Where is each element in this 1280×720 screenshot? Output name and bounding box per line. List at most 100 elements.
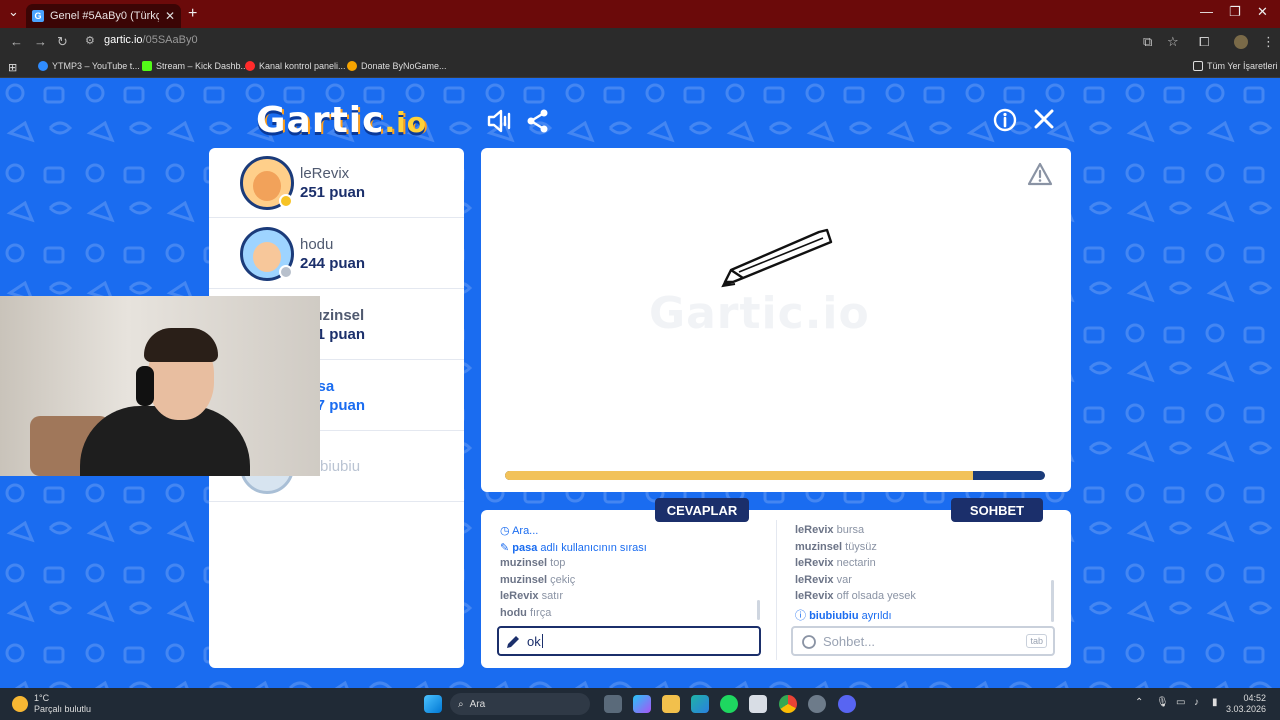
chat-placeholder: Sohbet... bbox=[823, 633, 876, 649]
answer-text: çekiç bbox=[547, 573, 576, 586]
url-field[interactable]: gartic.io/05SAaBy0 bbox=[104, 34, 198, 46]
file-explorer-icon[interactable] bbox=[662, 695, 680, 713]
report-warning-icon[interactable] bbox=[1027, 162, 1053, 186]
player-name: hodu bbox=[300, 236, 334, 253]
exit-close-icon[interactable] bbox=[1033, 108, 1055, 130]
clock-date: 3.03.2026 bbox=[1225, 704, 1266, 714]
spotify-icon[interactable] bbox=[720, 695, 738, 713]
edge-icon[interactable] bbox=[691, 695, 709, 713]
answers-log: ◷ Ara... ✎ pasa adlı kullanıcının sırası… bbox=[500, 524, 760, 624]
browser-titlebar: ⌄ G Genel #5AaBy0 (Türkçe) - Gartic ✕ + … bbox=[0, 0, 1280, 28]
answer-line: leRevix satır bbox=[500, 590, 760, 607]
logo-suffix: .io bbox=[384, 106, 427, 139]
answer-text: adlı kullanıcının sırası bbox=[537, 541, 647, 554]
bookmark-label: YTMP3 – YouTube t... bbox=[52, 61, 140, 71]
search-icon: ⌕ bbox=[458, 698, 464, 710]
chat-scrollbar[interactable] bbox=[1051, 580, 1054, 622]
bookmark-ytmp3[interactable]: YTMP3 – YouTube t... bbox=[38, 61, 140, 71]
answer-user: pasa bbox=[512, 541, 538, 554]
tab-answers[interactable]: CEVAPLAR bbox=[655, 498, 749, 522]
bookmark-bynogame[interactable]: Donate ByNoGame... bbox=[347, 61, 447, 71]
chat-text: tüysüz bbox=[842, 540, 877, 553]
player-status-dot bbox=[279, 265, 293, 279]
site-info-icon[interactable]: ⚙ bbox=[85, 34, 95, 47]
obs-icon[interactable] bbox=[808, 695, 826, 713]
all-bookmarks[interactable]: Tüm Yer İşaretleri bbox=[1193, 61, 1278, 71]
new-tab-icon[interactable]: + bbox=[188, 5, 197, 23]
weather-text: Parçalı bulutlu bbox=[34, 704, 92, 714]
answer-text: Ara... bbox=[512, 525, 539, 537]
microphone-icon[interactable]: 🎙 bbox=[1156, 697, 1169, 708]
chrome-icon[interactable] bbox=[779, 695, 797, 713]
tray-overflow-icon[interactable]: ⌃ bbox=[1135, 697, 1143, 708]
chat-user: leRevix bbox=[795, 573, 834, 586]
url-path: /05SAaBy0 bbox=[142, 34, 198, 46]
bookmark-star-icon[interactable]: ☆ bbox=[1167, 34, 1179, 50]
clock[interactable]: 04:52 3.03.2026 bbox=[1226, 693, 1266, 715]
weather-icon bbox=[12, 696, 28, 712]
answers-scrollbar[interactable] bbox=[757, 600, 760, 620]
tab-key-hint: tab bbox=[1026, 634, 1047, 648]
player-row[interactable]: hodu 244 puan bbox=[209, 219, 464, 289]
close-window-icon[interactable]: ✕ bbox=[1257, 4, 1268, 20]
chat-text: bursa bbox=[833, 524, 865, 536]
webcam-overlay bbox=[0, 296, 320, 476]
forward-icon[interactable]: → bbox=[34, 34, 47, 49]
temperature: 1°C bbox=[34, 693, 50, 703]
tab-list-icon[interactable]: ⌄ bbox=[8, 4, 19, 20]
answer-line: muzinsel çekiç bbox=[500, 574, 760, 591]
tab-chat[interactable]: SOHBET bbox=[951, 498, 1043, 522]
reload-icon[interactable]: ↻ bbox=[57, 34, 68, 50]
bookmarks-bar: ⊞ YTMP3 – YouTube t... Stream – Kick Das… bbox=[0, 56, 1280, 78]
bookmark-kick[interactable]: Stream – Kick Dashb... bbox=[142, 61, 248, 71]
chat-user: biubiubiu bbox=[809, 609, 859, 622]
chat-line: leRevix bursa bbox=[795, 524, 1055, 541]
player-row[interactable]: leRevix 251 puan bbox=[209, 148, 464, 218]
tab-title: Genel #5AaBy0 (Türkçe) - Gartic bbox=[50, 10, 159, 22]
info-small-icon: ⓘ bbox=[795, 609, 810, 622]
discord-icon[interactable] bbox=[838, 695, 856, 713]
battery-icon[interactable]: ▮ bbox=[1212, 697, 1218, 708]
close-tab-icon[interactable]: ✕ bbox=[165, 9, 175, 23]
network-icon[interactable]: ▭ bbox=[1176, 697, 1185, 708]
answer-text: top bbox=[547, 557, 566, 570]
task-view-icon[interactable] bbox=[604, 695, 622, 713]
volume-icon[interactable]: ♪ bbox=[1194, 697, 1199, 708]
weather-widget[interactable]: 1°C Parçalı bulutlu bbox=[12, 693, 91, 715]
round-timer-bar bbox=[505, 471, 1045, 480]
panel-divider bbox=[776, 520, 777, 660]
folder-icon bbox=[1193, 61, 1203, 71]
share-icon[interactable] bbox=[526, 108, 550, 134]
clock-time: 04:52 bbox=[1243, 693, 1266, 703]
info-icon[interactable] bbox=[993, 108, 1017, 132]
apps-grid-icon[interactable]: ⊞ bbox=[8, 61, 17, 74]
chat-user: leRevix bbox=[795, 524, 834, 536]
menu-kebab-icon[interactable]: ⋮ bbox=[1262, 34, 1275, 50]
extensions-icon[interactable]: ⧠ bbox=[1199, 34, 1209, 50]
clock-icon: ◷ bbox=[500, 525, 513, 537]
sound-icon[interactable] bbox=[486, 108, 512, 134]
minimize-icon[interactable]: — bbox=[1200, 4, 1213, 19]
browser-tab[interactable]: G Genel #5AaBy0 (Türkçe) - Gartic ✕ bbox=[26, 4, 181, 28]
chat-input[interactable]: Sohbet... tab bbox=[791, 626, 1055, 656]
taskbar-search[interactable]: ⌕ Ara bbox=[450, 693, 590, 715]
back-icon[interactable]: ← bbox=[10, 34, 23, 49]
store-icon[interactable] bbox=[749, 695, 767, 713]
kick-icon bbox=[142, 61, 152, 71]
bookmark-youtube-studio[interactable]: Kanal kontrol paneli... bbox=[245, 61, 346, 71]
youtube-icon bbox=[245, 61, 255, 71]
copilot-icon[interactable] bbox=[633, 695, 651, 713]
answer-text: fırça bbox=[526, 606, 552, 619]
answer-line: ◷ Ara... bbox=[500, 524, 760, 541]
profile-avatar[interactable] bbox=[1234, 35, 1248, 49]
answer-text: satır bbox=[538, 590, 563, 603]
install-app-icon[interactable]: ⧉ bbox=[1143, 34, 1152, 50]
search-label: Ara bbox=[469, 698, 486, 710]
windows-start-icon[interactable] bbox=[424, 695, 442, 713]
chat-user: leRevix bbox=[795, 590, 834, 603]
maximize-icon[interactable]: ❐ bbox=[1229, 4, 1241, 20]
drawing-canvas[interactable]: Gartic.io bbox=[481, 148, 1071, 492]
windows-taskbar: 1°C Parçalı bulutlu ⌕ Ara ⌃ 🎙 ▭ ♪ ▮ 04:52 3… bbox=[0, 688, 1280, 720]
answer-input[interactable]: ok bbox=[497, 626, 761, 656]
chat-line: leRevix var bbox=[795, 574, 1055, 591]
